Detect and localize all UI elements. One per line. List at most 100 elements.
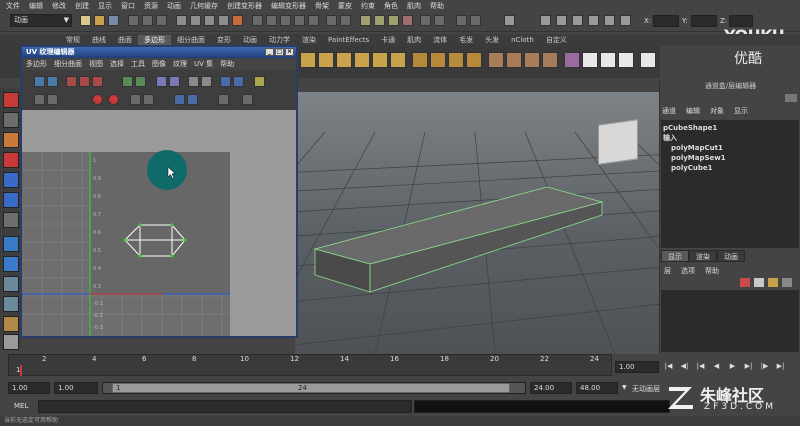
uv-layout-tool-icon[interactable]	[122, 76, 133, 87]
uv-layout-icon[interactable]	[600, 52, 616, 68]
show-attribute-editor-icon[interactable]	[572, 15, 583, 26]
paint-select-tool-icon[interactable]	[3, 132, 19, 148]
shelf-tab-fur[interactable]: 毛发	[453, 35, 479, 45]
uv-nudge-icon[interactable]	[130, 94, 141, 105]
uv-canvas[interactable]: 1 0.9 0.8 0.7 0.6 0.5 0.4 0.3 -0.1 -0.2 …	[22, 110, 296, 336]
layer-tab-display[interactable]: 显示	[661, 250, 689, 262]
menu-muscle[interactable]: 肌肉	[407, 1, 421, 11]
mask-deform-icon[interactable]	[232, 15, 243, 26]
poly-cube-icon[interactable]	[318, 52, 334, 68]
panel-toggle-icon[interactable]	[504, 15, 515, 26]
playback-start-field[interactable]: 1.00	[54, 382, 98, 394]
step-forward-key-icon[interactable]: |▶	[760, 362, 769, 371]
menu-assets[interactable]: 资源	[144, 1, 158, 11]
numeric-input-icon[interactable]	[456, 15, 467, 26]
step-back-key-icon[interactable]: ◀|	[680, 362, 689, 371]
uv-menu-help[interactable]: 帮助	[220, 59, 234, 69]
close-icon[interactable]: ×	[285, 48, 294, 56]
layout-outliner-icon[interactable]	[3, 296, 19, 312]
shelf-tab-deformation[interactable]: 变形	[211, 35, 237, 45]
layout-side-icon[interactable]	[3, 276, 19, 292]
mel-input[interactable]	[38, 400, 412, 413]
menu-help[interactable]: 帮助	[430, 1, 444, 11]
new-layer-icon[interactable]	[740, 278, 750, 287]
booleans-icon[interactable]	[466, 52, 482, 68]
uv-select-shell-icon[interactable]	[218, 94, 229, 105]
playback-end-field[interactable]: 24.00	[530, 382, 572, 394]
relative-icon[interactable]	[434, 15, 445, 26]
layer-tab-render[interactable]: 渲染	[689, 250, 717, 262]
time-ruler[interactable]	[8, 354, 612, 376]
uv-rotate-icon[interactable]	[47, 76, 58, 87]
menu-display[interactable]: 显示	[98, 1, 112, 11]
uv-green-channel-icon[interactable]	[108, 94, 119, 105]
play-forward-icon[interactable]: ▶	[728, 362, 737, 371]
render-frame-icon[interactable]	[360, 15, 371, 26]
shelf-tab-muscle[interactable]: 肌肉	[401, 35, 427, 45]
extrude-icon[interactable]	[506, 52, 522, 68]
poly-sphere-icon[interactable]	[300, 52, 316, 68]
shelf-tab-painteffects[interactable]: PaintEffects	[322, 36, 375, 44]
menu-constrain[interactable]: 约束	[361, 1, 375, 11]
show-layer-editor-icon[interactable]	[604, 15, 615, 26]
layer-menu-help[interactable]: 帮助	[705, 266, 719, 276]
view-cube[interactable]	[598, 119, 638, 165]
uv-sew-icon[interactable]	[79, 76, 90, 87]
animation-end-field[interactable]: 48.00	[576, 382, 618, 394]
layer-move-down-icon[interactable]	[782, 278, 792, 287]
shape-node-label[interactable]: pCubeShape1	[663, 123, 797, 133]
new-layer-selected-icon[interactable]	[754, 278, 764, 287]
shelf-tab-fluids[interactable]: 流体	[427, 35, 453, 45]
menu-edit-deformers[interactable]: 编辑变形器	[271, 1, 306, 11]
select-tool-icon[interactable]	[3, 92, 19, 108]
save-scene-icon[interactable]	[108, 15, 119, 26]
shelf-tab-dynamics[interactable]: 动力学	[263, 35, 296, 45]
current-frame-field[interactable]: 1.00	[615, 361, 659, 373]
uv-menu-textures[interactable]: 纹理	[173, 59, 187, 69]
layer-menu-options[interactable]: 选项	[681, 266, 695, 276]
uv-mirror-v-icon[interactable]	[187, 94, 198, 105]
uv-snapshot-icon[interactable]	[618, 52, 634, 68]
menu-modify[interactable]: 修改	[52, 1, 66, 11]
new-scene-icon[interactable]	[80, 15, 91, 26]
uv-mirror-u-icon[interactable]	[174, 94, 185, 105]
maximize-icon[interactable]: □	[275, 48, 284, 56]
uv-menu-subdivs[interactable]: 细分曲面	[54, 59, 82, 69]
animation-start-field[interactable]: 1.00	[8, 382, 50, 394]
show-modeling-toolkit-icon[interactable]	[588, 15, 599, 26]
uv-cut-icon[interactable]	[66, 76, 77, 87]
append-icon[interactable]	[542, 52, 558, 68]
show-outliner-icon[interactable]	[620, 15, 631, 26]
uv-red-channel-icon[interactable]	[92, 94, 103, 105]
snap-view-plane-icon[interactable]	[294, 15, 305, 26]
select-component-icon[interactable]	[156, 15, 167, 26]
checker-texture-icon[interactable]	[640, 52, 656, 68]
coord-y-field[interactable]	[691, 15, 717, 27]
layer-menu-layers[interactable]: 层	[664, 266, 671, 276]
select-object-icon[interactable]	[142, 15, 153, 26]
menu-animate[interactable]: 动画	[167, 1, 181, 11]
layout-single-icon[interactable]	[3, 236, 19, 252]
channel-menu-channels[interactable]: 通道	[662, 106, 676, 116]
snap-point-icon[interactable]	[280, 15, 291, 26]
minimize-icon[interactable]: _	[265, 48, 274, 56]
poly-plane-icon[interactable]	[372, 52, 388, 68]
uv-toggle-filter-icon[interactable]	[242, 94, 253, 105]
make-live-icon[interactable]	[308, 15, 319, 26]
uv-flip-icon[interactable]	[34, 76, 45, 87]
snap-grid-icon[interactable]	[252, 15, 263, 26]
manipulator-tool-icon[interactable]	[3, 212, 19, 228]
uv-image-icon[interactable]	[254, 76, 265, 87]
shelf-tab-subdivs[interactable]: 细分曲面	[171, 35, 211, 45]
shelf-tab-surfaces[interactable]: 曲面	[112, 35, 138, 45]
uv-scale-icon[interactable]	[143, 94, 154, 105]
poly-cone-icon[interactable]	[354, 52, 370, 68]
step-back-frame-icon[interactable]: |◀	[696, 362, 705, 371]
extract-icon[interactable]	[448, 52, 464, 68]
panel-options-icon[interactable]	[785, 94, 797, 102]
separate-icon[interactable]	[430, 52, 446, 68]
rename-icon[interactable]	[470, 15, 481, 26]
uv-align-icon[interactable]	[156, 76, 167, 87]
shelf-tab-polygons[interactable]: 多边形	[138, 35, 171, 45]
shelf-tab-toon[interactable]: 卡通	[375, 35, 401, 45]
